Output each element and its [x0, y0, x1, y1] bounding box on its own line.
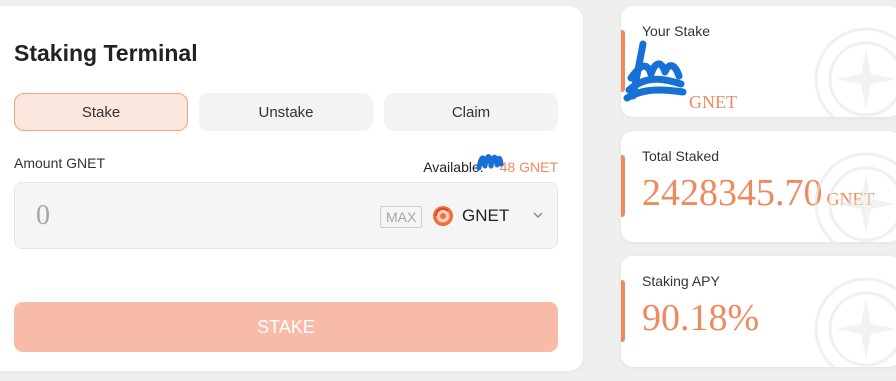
amount-label: Amount GNET [14, 155, 106, 171]
stat-label: Total Staked [642, 148, 720, 164]
stat-value: 90.18% [642, 297, 760, 339]
chevron-down-icon[interactable] [532, 209, 544, 221]
page-title: Staking Terminal [14, 40, 198, 66]
decorative-rings-icon [814, 27, 896, 117]
tab-stake[interactable]: Stake [14, 93, 188, 131]
total-staked-card: Total Staked 2428345.70 GNET [621, 131, 896, 242]
token-selector-label[interactable]: GNET [462, 206, 509, 226]
stat-unit: GNET [689, 92, 737, 112]
redaction-scribble [476, 154, 504, 171]
available-amount: 48 GNET [499, 159, 558, 175]
tab-claim[interactable]: Claim [384, 93, 558, 131]
tab-unstake[interactable]: Unstake [199, 93, 373, 131]
max-button[interactable]: MAX [380, 206, 423, 228]
stat-label: Staking APY [642, 273, 720, 289]
stat-value-row: GNET [685, 74, 737, 117]
gnet-token-icon [433, 206, 453, 226]
stat-value-row: 90.18% [642, 296, 759, 340]
decorative-rings-icon [814, 152, 896, 242]
your-stake-card: Your Stake GNET [621, 6, 896, 117]
available-label: Available: [423, 159, 484, 175]
amount-field: MAX GNET [14, 182, 558, 249]
amount-input[interactable] [34, 195, 338, 237]
stat-value: 2428345.70 [642, 172, 823, 214]
staking-terminal-panel: Staking Terminal Stake Unstake Claim Amo… [0, 6, 583, 371]
stake-button[interactable]: STAKE [14, 302, 558, 352]
redaction-scribble [623, 40, 687, 102]
decorative-rings-icon [814, 277, 896, 367]
accent-bar [621, 280, 625, 342]
staking-apy-card: Staking APY 90.18% [621, 256, 896, 367]
accent-bar [621, 155, 625, 217]
